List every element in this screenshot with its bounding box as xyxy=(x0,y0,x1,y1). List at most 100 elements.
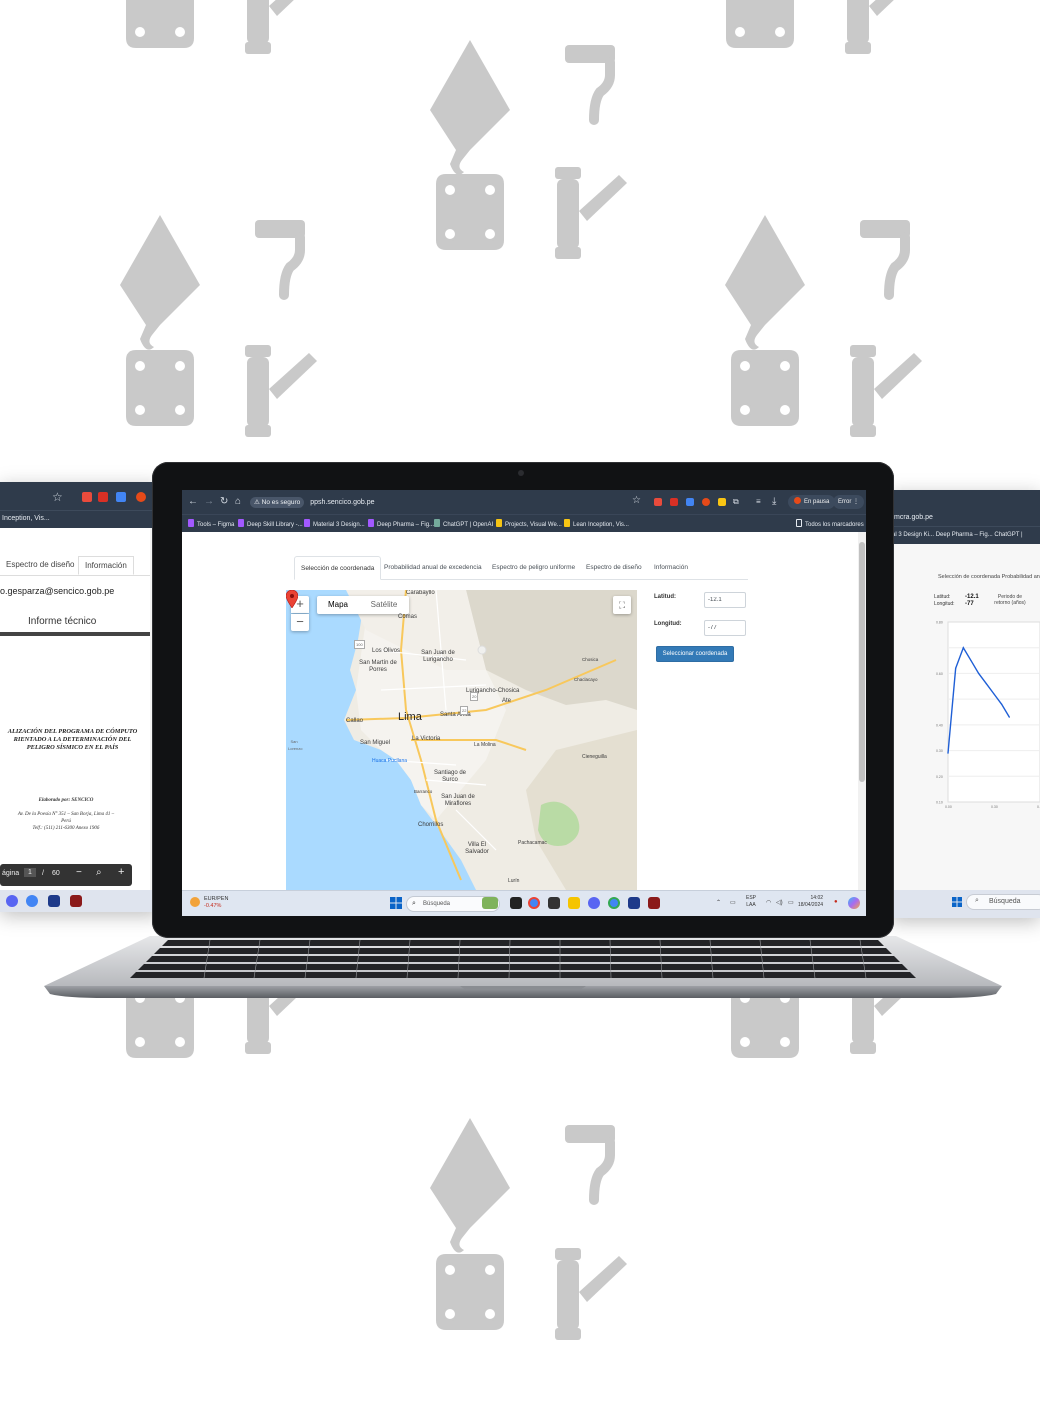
download-icon[interactable]: ⤓ xyxy=(772,496,776,508)
all-bookmarks[interactable]: Todos los marcadores xyxy=(796,519,864,530)
bookmark-item[interactable]: Material 3 Design... xyxy=(304,519,365,530)
map-zoom-out[interactable]: − xyxy=(291,614,309,631)
tray-chevron-icon[interactable]: ⌃ xyxy=(716,899,721,906)
windows-start-icon[interactable] xyxy=(952,897,962,907)
figma-app-icon[interactable] xyxy=(628,897,640,909)
map-label: Santiago de Surco xyxy=(433,770,467,783)
bookmark-label: ChatGPT | OpenAI xyxy=(443,522,494,528)
extension-icon[interactable] xyxy=(702,498,710,506)
location-pin-icon[interactable] xyxy=(286,590,298,608)
copilot-icon[interactable] xyxy=(848,897,860,909)
extension-icon[interactable] xyxy=(98,492,108,502)
volume-icon[interactable]: ◁) xyxy=(776,899,783,906)
extension-icon[interactable] xyxy=(136,492,146,502)
coordinate-form: Latitud: Longitud: Seleccionar coordenad… xyxy=(648,590,758,670)
widgets-ticker[interactable]: EUR/PEN -0.47% xyxy=(190,895,250,913)
right-url[interactable]: mcra.gob.pe xyxy=(890,512,1040,526)
extensions-puzzle-icon[interactable]: ⧉ xyxy=(733,496,739,508)
data-point xyxy=(955,667,957,669)
language-indicator[interactable]: ESP LAA xyxy=(746,895,756,909)
extension-icon[interactable] xyxy=(116,492,126,502)
pdf-page-total: 60 xyxy=(52,870,60,877)
notification-bell-icon[interactable]: ● xyxy=(834,899,838,905)
right-taskbar-search[interactable]: ⌕ Búsqueda xyxy=(966,894,1040,910)
latitude-input[interactable] xyxy=(704,592,746,608)
route-badge: 20 xyxy=(470,692,479,701)
extension-icon[interactable] xyxy=(686,498,694,506)
bookmark-star-icon[interactable]: ☆ xyxy=(632,495,641,506)
bookmark-item[interactable]: Lean Inception, Vis... xyxy=(564,519,629,530)
data-point xyxy=(985,683,987,685)
right-tab-bar[interactable]: Selección de coordenada Probabilidad an xyxy=(938,574,1040,580)
extension-icon[interactable] xyxy=(670,498,678,506)
zoom-in-icon[interactable]: + xyxy=(118,866,124,878)
tab-espectro-diseno[interactable]: Espectro de diseño xyxy=(0,556,81,573)
tab-informacion[interactable]: Información xyxy=(648,556,694,580)
tab-espectro-diseno[interactable]: Espectro de diseño xyxy=(580,556,648,580)
chrome-icon[interactable] xyxy=(26,895,38,907)
zoom-out-icon[interactable]: − xyxy=(76,867,82,878)
reload-icon[interactable]: ↻ xyxy=(220,496,228,508)
tab-probabilidad-anual[interactable]: Probabilidad anual de excedencia xyxy=(378,556,488,580)
map-fullscreen-button[interactable]: ⛶ xyxy=(613,596,631,614)
right-bookmark-bar[interactable]: al 3 Design Ki... Deep Pharma – Fig... C… xyxy=(890,526,1040,544)
forward-icon[interactable]: → xyxy=(204,496,214,508)
extension-icon[interactable] xyxy=(654,498,662,506)
media-icon[interactable]: ≡ xyxy=(756,496,761,508)
longitude-label: Longitud: xyxy=(654,621,682,627)
coord-labels: Latitud: Longitud: xyxy=(934,594,955,608)
tab-informacion[interactable]: Información xyxy=(78,556,134,575)
folder-icon xyxy=(796,519,802,527)
pdf-page-input[interactable]: 1 xyxy=(24,868,36,877)
lon-label: Longitud: xyxy=(934,601,955,607)
back-icon[interactable]: ← xyxy=(188,496,198,508)
address-bar[interactable]: ⚠ No es seguro ppsh.sencico.gob.pe xyxy=(250,496,640,509)
file-explorer-icon[interactable] xyxy=(568,897,580,909)
chrome-profile-icon[interactable] xyxy=(608,897,620,909)
pdf-page-label: ágina xyxy=(2,870,20,877)
bookmark-item[interactable]: Projects, Visual We... xyxy=(496,519,562,530)
error-button[interactable]: Error ⋮ xyxy=(833,495,865,509)
search-highlight-icon[interactable] xyxy=(482,897,498,909)
task-view-icon[interactable] xyxy=(510,897,522,909)
home-icon[interactable]: ⌂ xyxy=(235,496,241,508)
bookmark-star-icon[interactable]: ☆ xyxy=(52,490,63,504)
bookmark-link[interactable]: Inception, Vis... xyxy=(2,515,50,522)
google-map[interactable]: + − Mapa Satélite ⛶ Carabayllo Comas Los… xyxy=(286,590,637,890)
longitude-input[interactable] xyxy=(704,620,746,636)
extension-icon[interactable] xyxy=(718,498,726,506)
scrollbar-thumb[interactable] xyxy=(859,542,865,782)
bookmark-item[interactable]: Deep Pharma – Fig... xyxy=(368,519,434,530)
map-label: Lurín xyxy=(508,878,520,884)
wifi-icon[interactable]: ◠ xyxy=(766,899,771,906)
security-chip[interactable]: ⚠ No es seguro xyxy=(250,497,305,508)
discord-icon[interactable] xyxy=(588,897,600,909)
pdf-heading: ALIZACIÓN DEL PROGRAMA DE CÓMPUTO RIENTA… xyxy=(7,728,138,751)
select-coordinate-button[interactable]: Seleccionar coordenada xyxy=(656,646,734,662)
map-type-mapa[interactable]: Mapa xyxy=(317,596,359,614)
map-type-satelite[interactable]: Satélite xyxy=(359,596,409,614)
tab-seleccion-coordenada[interactable]: Selección de coordenada xyxy=(294,556,382,580)
tab-espectro-peligro[interactable]: Espectro de peligro uniforme xyxy=(486,556,581,580)
battery-icon[interactable]: ▭ xyxy=(788,899,794,906)
profile-button[interactable]: En pausa xyxy=(788,495,836,509)
illustrator-icon[interactable] xyxy=(648,897,660,909)
extension-icon[interactable] xyxy=(82,492,92,502)
chrome-icon[interactable] xyxy=(528,897,540,909)
figma-icon[interactable] xyxy=(48,895,60,907)
bookmark-item[interactable]: Deep Skill Library -... xyxy=(238,519,303,530)
tray-app-icon[interactable]: ▭ xyxy=(730,899,736,906)
data-point xyxy=(1008,716,1010,718)
discord-icon[interactable] xyxy=(6,895,18,907)
windows-start-icon[interactable] xyxy=(390,897,402,909)
zoom-search-icon[interactable]: ⌕ xyxy=(96,867,102,878)
illustrator-icon[interactable] xyxy=(70,895,82,907)
latitude-label: Latitud: xyxy=(654,594,676,600)
clock[interactable]: 14:02 18/04/2024 xyxy=(798,895,823,909)
map-label: Villa El Salvador xyxy=(465,842,489,855)
terminal-icon[interactable] xyxy=(548,897,560,909)
map-label: San Miguel xyxy=(360,740,391,746)
data-point xyxy=(947,752,949,754)
bookmark-item[interactable]: Tools – Figma xyxy=(188,519,234,530)
bookmark-item[interactable]: ChatGPT | OpenAI xyxy=(434,519,493,530)
